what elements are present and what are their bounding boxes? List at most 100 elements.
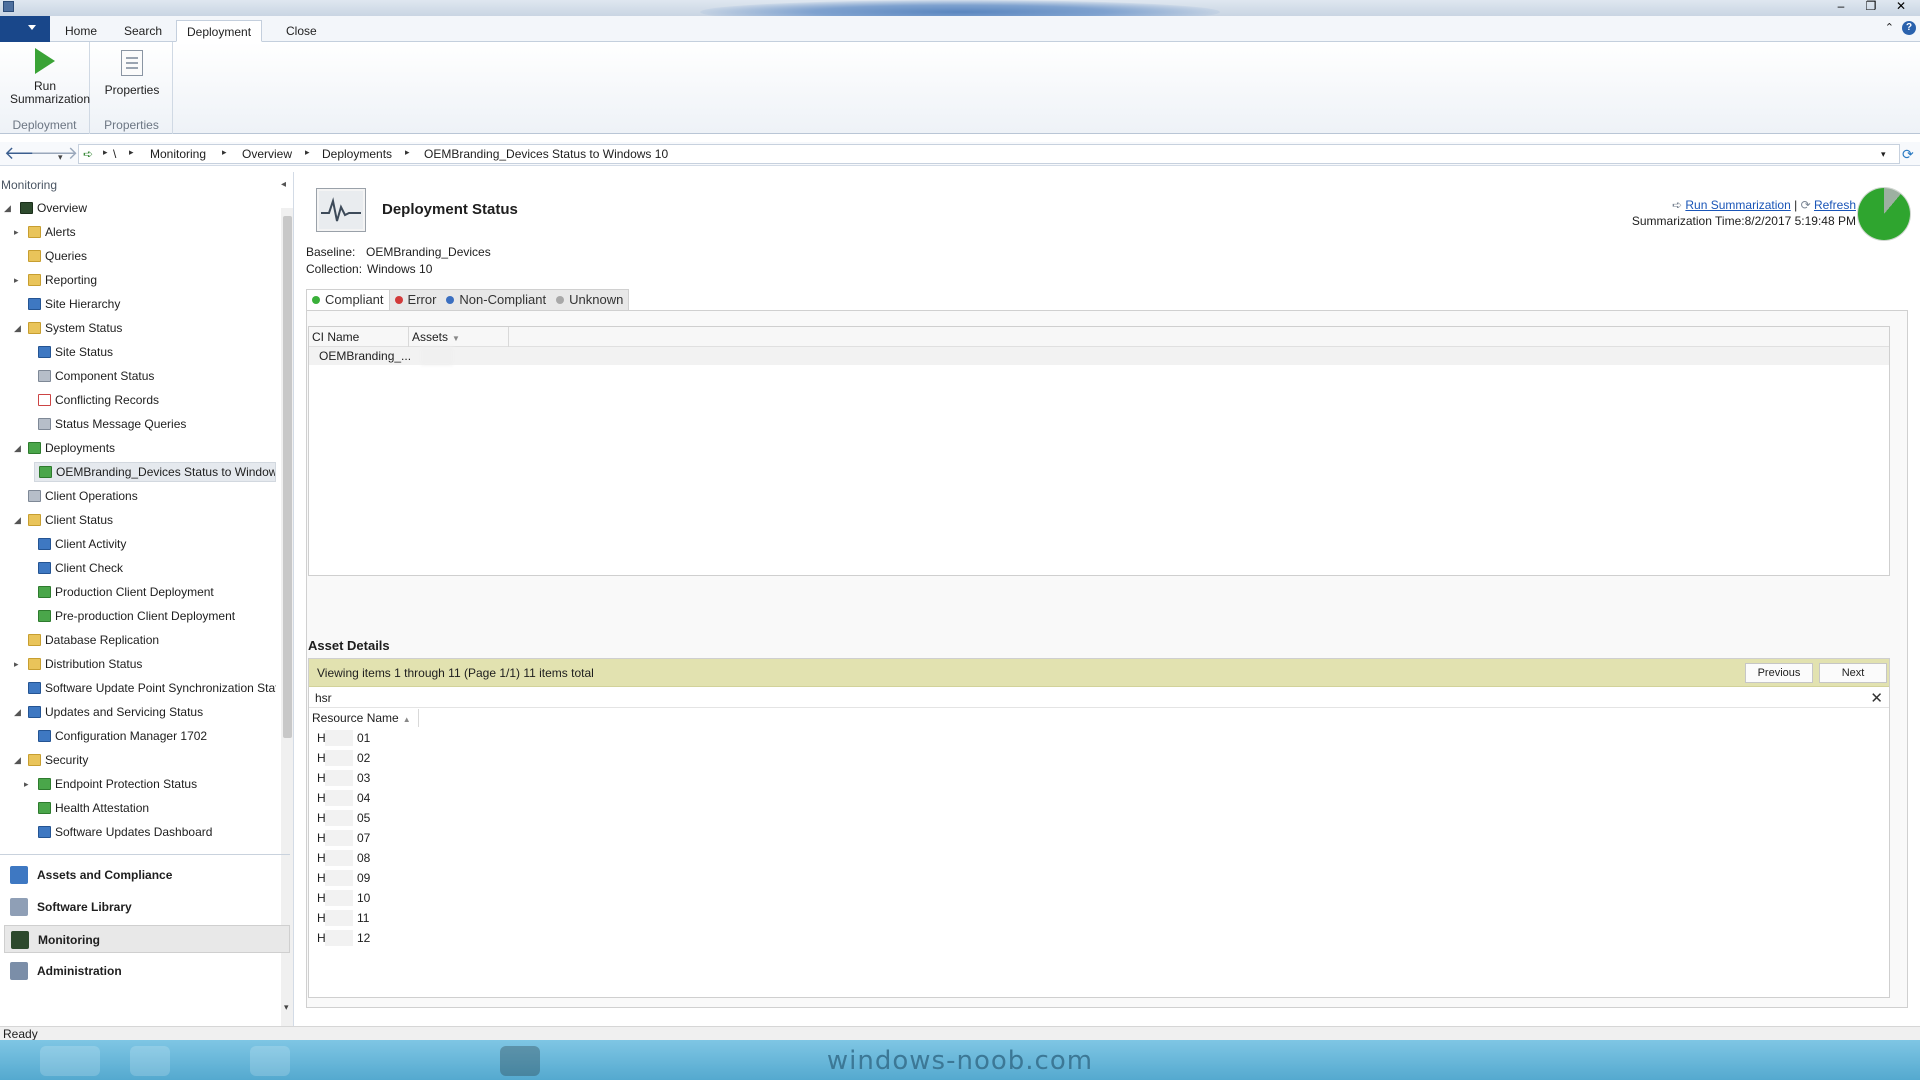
list-item[interactable]: H 05: [317, 808, 370, 828]
column-resource-name[interactable]: Resource Name ▲: [309, 709, 419, 727]
help-icon[interactable]: ?: [1902, 21, 1916, 35]
tab-non-compliant[interactable]: Non-Compliant: [441, 290, 551, 310]
workspace-software-library[interactable]: Software Library: [4, 893, 290, 921]
tab-compliant[interactable]: Compliant: [307, 290, 390, 310]
close-window-button[interactable]: ✕: [1886, 0, 1916, 14]
collapse-pane-icon[interactable]: ◂: [281, 179, 286, 190]
expand-icon[interactable]: ◢: [14, 510, 21, 530]
forward-arrow-icon[interactable]: 🡒: [30, 144, 78, 162]
tree-item-site-status[interactable]: Site Status: [24, 342, 113, 362]
breadcrumb-current[interactable]: OEMBranding_Devices Status to Windows 10: [424, 147, 668, 161]
history-dropdown-icon[interactable]: ▾: [58, 148, 63, 166]
tree-item-site-hierarchy[interactable]: Site Hierarchy: [14, 294, 120, 314]
tree-item-database-replication[interactable]: Database Replication: [14, 630, 159, 650]
list-item[interactable]: H 07: [317, 828, 370, 848]
tree-item-client-check[interactable]: Client Check: [24, 558, 123, 578]
next-button[interactable]: Next: [1819, 663, 1887, 683]
tree-item-updates-servicing-status[interactable]: ◢ Updates and Servicing Status: [14, 702, 203, 722]
expand-icon[interactable]: ◢: [14, 750, 21, 770]
tree-item-health-attestation[interactable]: Health Attestation: [24, 798, 149, 818]
tab-error[interactable]: Error: [390, 290, 442, 310]
minimize-button[interactable]: –: [1826, 0, 1856, 14]
nav-scrollbar-thumb[interactable]: [283, 216, 292, 738]
list-item[interactable]: H 01: [317, 728, 370, 748]
tree-item-oembranding-deployment[interactable]: OEMBranding_Devices Status to Windows 10: [34, 462, 276, 482]
expand-icon[interactable]: ◢: [14, 438, 21, 458]
workspace-administration[interactable]: Administration: [4, 957, 290, 985]
breadcrumb-monitoring[interactable]: Monitoring: [150, 147, 206, 161]
tree-item-software-updates-dashboard[interactable]: Software Updates Dashboard: [24, 822, 212, 842]
config-manager-icon: [38, 730, 51, 742]
collapsed-icon[interactable]: ▸: [24, 774, 29, 794]
list-item[interactable]: H 04: [317, 788, 370, 808]
tab-deployment[interactable]: Deployment: [176, 20, 263, 42]
tree-item-client-status[interactable]: ◢ Client Status: [14, 510, 113, 530]
run-summarization-button[interactable]: Run Summarization: [0, 48, 90, 106]
collapsed-icon[interactable]: ▸: [14, 270, 19, 290]
collapsed-icon[interactable]: ▸: [14, 222, 19, 242]
expand-icon[interactable]: ◢: [14, 702, 21, 722]
tree-item-security[interactable]: ◢ Security: [14, 750, 88, 770]
tree-label: Reporting: [45, 273, 98, 287]
tree-item-configuration-manager-1702[interactable]: Configuration Manager 1702: [24, 726, 207, 746]
refresh-link[interactable]: Refresh: [1814, 198, 1856, 212]
list-item[interactable]: H 11: [317, 908, 369, 928]
address-dropdown-icon[interactable]: ▾: [1881, 149, 1886, 160]
tree-item-conflicting-records[interactable]: Conflicting Records: [24, 390, 159, 410]
previous-button[interactable]: Previous: [1745, 663, 1813, 683]
hierarchy-icon: [28, 298, 41, 310]
breadcrumb[interactable]: ➪ ▸ \ ▸ Monitoring ▸ Overview ▸ Deployme…: [78, 144, 1900, 164]
clear-search-icon[interactable]: ✕: [1870, 689, 1883, 707]
refresh-small-icon: ⟳: [1800, 198, 1811, 212]
tree-item-sup-sync-status[interactable]: Software Update Point Synchronization St…: [14, 678, 276, 698]
pane-title: Monitoring: [1, 178, 58, 192]
collapsed-icon[interactable]: ▸: [14, 654, 19, 674]
properties-button[interactable]: Properties: [91, 48, 173, 97]
tree-item-overview[interactable]: ◢ Overview: [4, 198, 87, 218]
tree-item-production-client-deployment[interactable]: Production Client Deployment: [24, 582, 214, 602]
refresh-icon[interactable]: ⟳: [1902, 145, 1914, 163]
tab-close[interactable]: Close: [276, 20, 327, 42]
breadcrumb-overview[interactable]: Overview: [242, 147, 292, 161]
column-assets[interactable]: Assets ▼: [409, 327, 509, 347]
tree-label: Client Status: [45, 513, 114, 527]
tree-item-deployments[interactable]: ◢ Deployments: [14, 438, 115, 458]
workspace-monitoring[interactable]: Monitoring: [4, 925, 290, 953]
workspace-assets-and-compliance[interactable]: Assets and Compliance: [4, 861, 290, 889]
list-item[interactable]: H 02: [317, 748, 370, 768]
tree-item-alerts[interactable]: ▸ Alerts: [14, 222, 76, 242]
table-row[interactable]: OEMBranding_...: [309, 347, 1889, 365]
list-item[interactable]: H 09: [317, 868, 370, 888]
workspace-options-icon[interactable]: ▾: [284, 1002, 289, 1013]
list-item[interactable]: H 10: [317, 888, 370, 908]
tree-item-component-status[interactable]: Component Status: [24, 366, 154, 386]
tree-item-system-status[interactable]: ◢ System Status: [14, 318, 122, 338]
tab-search[interactable]: Search: [114, 20, 172, 42]
expand-icon[interactable]: ◢: [14, 318, 21, 338]
error-dot-icon: [394, 296, 403, 304]
tree-item-preproduction-client-deployment[interactable]: Pre-production Client Deployment: [24, 606, 235, 626]
run-summarization-link[interactable]: Run Summarization: [1685, 198, 1790, 212]
list-item[interactable]: H 12: [317, 928, 370, 948]
tree-label: Site Status: [55, 345, 114, 359]
expand-icon[interactable]: ◢: [4, 198, 11, 218]
list-item[interactable]: H 08: [317, 848, 370, 868]
search-row: ✕: [309, 688, 1889, 708]
tab-home[interactable]: Home: [55, 20, 107, 42]
tree-item-distribution-status[interactable]: ▸ Distribution Status: [14, 654, 142, 674]
column-ci-name[interactable]: CI Name: [309, 327, 409, 347]
tree-item-endpoint-protection-status[interactable]: ▸ Endpoint Protection Status: [24, 774, 197, 794]
tab-unknown[interactable]: Unknown: [551, 290, 628, 310]
file-menu-button[interactable]: [0, 16, 50, 42]
tree-item-queries[interactable]: Queries: [14, 246, 87, 266]
tree-item-client-operations[interactable]: Client Operations: [14, 486, 138, 506]
search-input[interactable]: [315, 690, 1855, 706]
breadcrumb-deployments[interactable]: Deployments: [322, 147, 392, 161]
list-item[interactable]: H 03: [317, 768, 370, 788]
breadcrumb-root[interactable]: \: [113, 147, 116, 161]
ribbon-minimize-caret-icon[interactable]: ⌃: [1885, 21, 1894, 35]
restore-button[interactable]: ❐: [1856, 0, 1886, 14]
tree-item-status-message-queries[interactable]: Status Message Queries: [24, 414, 186, 434]
tree-item-reporting[interactable]: ▸ Reporting: [14, 270, 97, 290]
tree-item-client-activity[interactable]: Client Activity: [24, 534, 126, 554]
